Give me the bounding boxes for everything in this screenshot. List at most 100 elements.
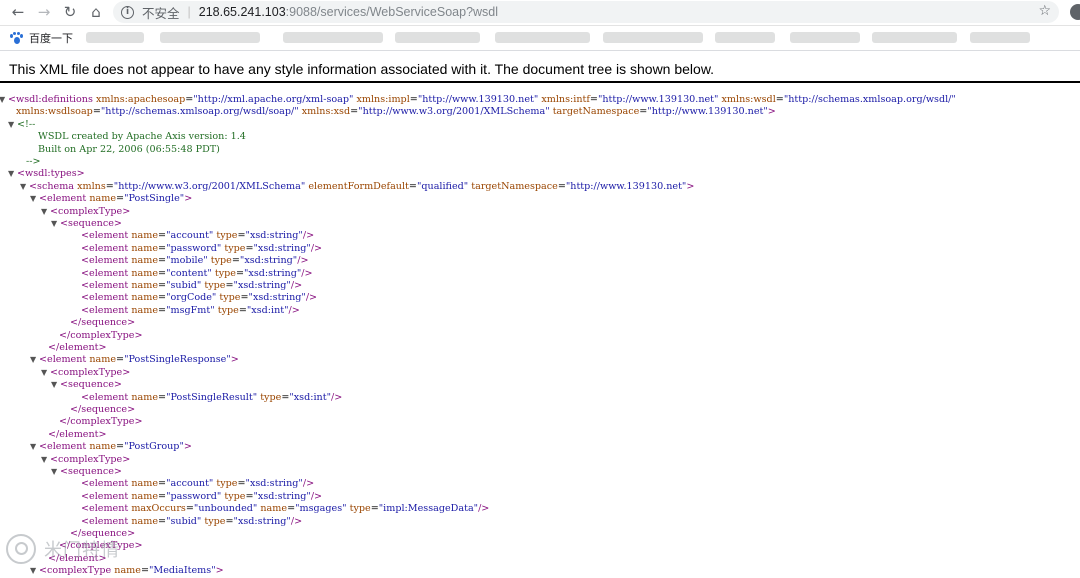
xml-token-val: "PostSingleResult" <box>166 391 258 403</box>
url-path: :9088/services/WebServiceSoap?wsdl <box>285 5 499 19</box>
xml-line: <element name="mobile" type="xsd:string"… <box>81 255 309 267</box>
xml-token-plain: = <box>105 180 114 192</box>
xml-line: </sequence> <box>70 317 135 329</box>
xml-token-attr: type <box>213 478 238 490</box>
bookmark-blurred-10[interactable] <box>970 32 1030 43</box>
xml-line: ▼ <wsdl:definitions xmlns:apachesoap="htt… <box>0 94 956 106</box>
xml-token-plain: = <box>158 515 167 527</box>
xml-style-notice: This XML file does not appear to have an… <box>9 61 715 77</box>
collapse-triangle-icon[interactable]: ▼ <box>8 119 17 131</box>
xml-line: ▼ <complexType> <box>41 454 130 466</box>
info-icon[interactable]: i <box>121 5 134 19</box>
xml-token-val: "MediaItems" <box>149 565 216 577</box>
xml-token-tag: <wsdl:definitions <box>8 94 96 105</box>
xml-token-val: "PostGroup" <box>124 441 184 453</box>
xml-line: <element name="msgFmt" type="xsd:int"/> <box>81 305 300 317</box>
collapse-triangle-icon[interactable]: ▼ <box>51 379 60 391</box>
xml-line: ▼ <sequence> <box>51 466 122 478</box>
xml-line: <element name="content" type="xsd:string… <box>81 268 313 280</box>
xml-line: ▼ <element name="PostSingleResponse"> <box>30 354 239 366</box>
xml-token-tag: /> <box>288 304 300 316</box>
bookmark-blurred-9[interactable] <box>872 32 957 43</box>
bookmark-blurred-1[interactable] <box>86 32 144 43</box>
xml-token-plain: = <box>158 267 167 279</box>
star-icon[interactable]: ☆ <box>1038 3 1051 19</box>
bookmark-baidu[interactable]: 百度一下 <box>10 30 73 46</box>
reload-icon[interactable]: ↻ <box>59 0 81 24</box>
xml-token-tag: <element <box>81 242 132 254</box>
collapse-triangle-icon[interactable]: ▼ <box>0 94 8 106</box>
collapse-triangle-icon[interactable]: ▼ <box>41 206 50 218</box>
xml-line: </complexType> <box>59 416 143 428</box>
xml-token-val: "account" <box>166 230 214 242</box>
watermark-text: 米门特情 <box>44 540 120 560</box>
xml-token-tag: <wsdl:types> <box>17 168 85 180</box>
xml-token-attr: name <box>131 242 159 254</box>
xml-token-tag: <element <box>39 193 90 205</box>
xml-token-tag: <element <box>81 292 132 304</box>
profile-icon[interactable] <box>1070 4 1080 20</box>
bookmark-blurred-6[interactable] <box>603 32 703 43</box>
collapse-triangle-icon[interactable]: ▼ <box>30 193 39 205</box>
xml-line: <element name="orgCode" type="xsd:string… <box>81 292 317 304</box>
xml-token-val: "PostSingleResponse" <box>124 354 231 366</box>
xml-token-tag: <element <box>81 230 132 242</box>
xml-token-attr: name <box>114 565 141 577</box>
collapse-triangle-icon[interactable]: ▼ <box>41 367 50 379</box>
baidu-paw-icon <box>10 31 23 45</box>
xml-token-val: "qualified" <box>416 180 469 192</box>
xml-token-attr: name <box>131 478 159 490</box>
xml-token-val: "mobile" <box>166 255 208 267</box>
xml-token-tag: </sequence> <box>70 404 136 415</box>
xml-token-plain: = <box>589 94 598 105</box>
collapse-triangle-icon[interactable]: ▼ <box>20 181 29 193</box>
bookmark-blurred-4[interactable] <box>395 32 480 43</box>
xml-token-plain: = <box>225 280 234 291</box>
forward-arrow-icon[interactable]: → <box>33 0 55 24</box>
collapse-triangle-icon[interactable]: ▼ <box>30 441 39 453</box>
xml-token-plain: = <box>775 94 784 105</box>
xml-token-attr: name <box>131 230 159 242</box>
xml-line: ▼ <wsdl:types> <box>8 168 85 180</box>
xml-token-plain: = <box>140 565 150 577</box>
home-icon[interactable]: ⌂ <box>85 0 107 24</box>
xml-token-val: "impl:MessageData" <box>378 503 479 515</box>
xml-token-attr: name <box>89 441 117 453</box>
xml-token-plain: = <box>158 255 167 267</box>
xml-token-plain: = <box>408 180 417 192</box>
xml-token-plain: = <box>92 106 101 118</box>
xml-token-tag: </complexType> <box>59 416 143 428</box>
collapse-triangle-icon[interactable]: ▼ <box>8 168 17 180</box>
bookmark-blurred-8[interactable] <box>790 32 860 43</box>
xml-token-attr: type <box>221 490 246 502</box>
bookmark-blurred-7[interactable] <box>715 32 775 43</box>
xml-token-tag: > <box>230 354 239 366</box>
collapse-triangle-icon[interactable]: ▼ <box>41 454 50 466</box>
xml-token-val: "xsd:string" <box>239 255 298 267</box>
xml-token-tag: <sequence> <box>60 466 122 477</box>
address-bar[interactable]: i 不安全 | 218.65.241.103:9088/services/Web… <box>113 1 1059 23</box>
bookmark-blurred-5[interactable] <box>495 32 590 43</box>
bookmark-blurred-3[interactable] <box>283 32 383 43</box>
xml-token-tag: <element <box>81 490 132 502</box>
xml-token-tag: /> <box>301 267 313 279</box>
collapse-triangle-icon[interactable]: ▼ <box>51 466 60 478</box>
xml-token-plain: = <box>158 391 167 403</box>
collapse-triangle-icon[interactable]: ▼ <box>51 218 60 230</box>
xml-token-attr: type <box>346 503 371 515</box>
xml-token-val: "http://www.139130.net" <box>597 94 719 105</box>
xml-token-plain: = <box>240 292 249 304</box>
bookmark-blurred-2[interactable] <box>160 32 260 43</box>
xml-token-val: "msgFmt" <box>166 304 215 316</box>
xml-token-plain: = <box>158 304 167 316</box>
xml-token-val: "http://schemas.xmlsoap.org/wsdl/soap/" <box>100 106 299 118</box>
xml-token-tag: </complexType> <box>59 329 143 341</box>
collapse-triangle-icon[interactable]: ▼ <box>30 565 39 577</box>
xml-token-attr: type <box>213 230 238 242</box>
xml-token-attr: xmlns <box>77 180 106 192</box>
xml-token-attr: xmlns:xsd <box>298 106 351 118</box>
collapse-triangle-icon[interactable]: ▼ <box>30 354 39 366</box>
back-arrow-icon[interactable]: ← <box>7 0 29 24</box>
xml-token-plain: = <box>185 503 194 515</box>
xml-token-plain: = <box>237 478 246 490</box>
